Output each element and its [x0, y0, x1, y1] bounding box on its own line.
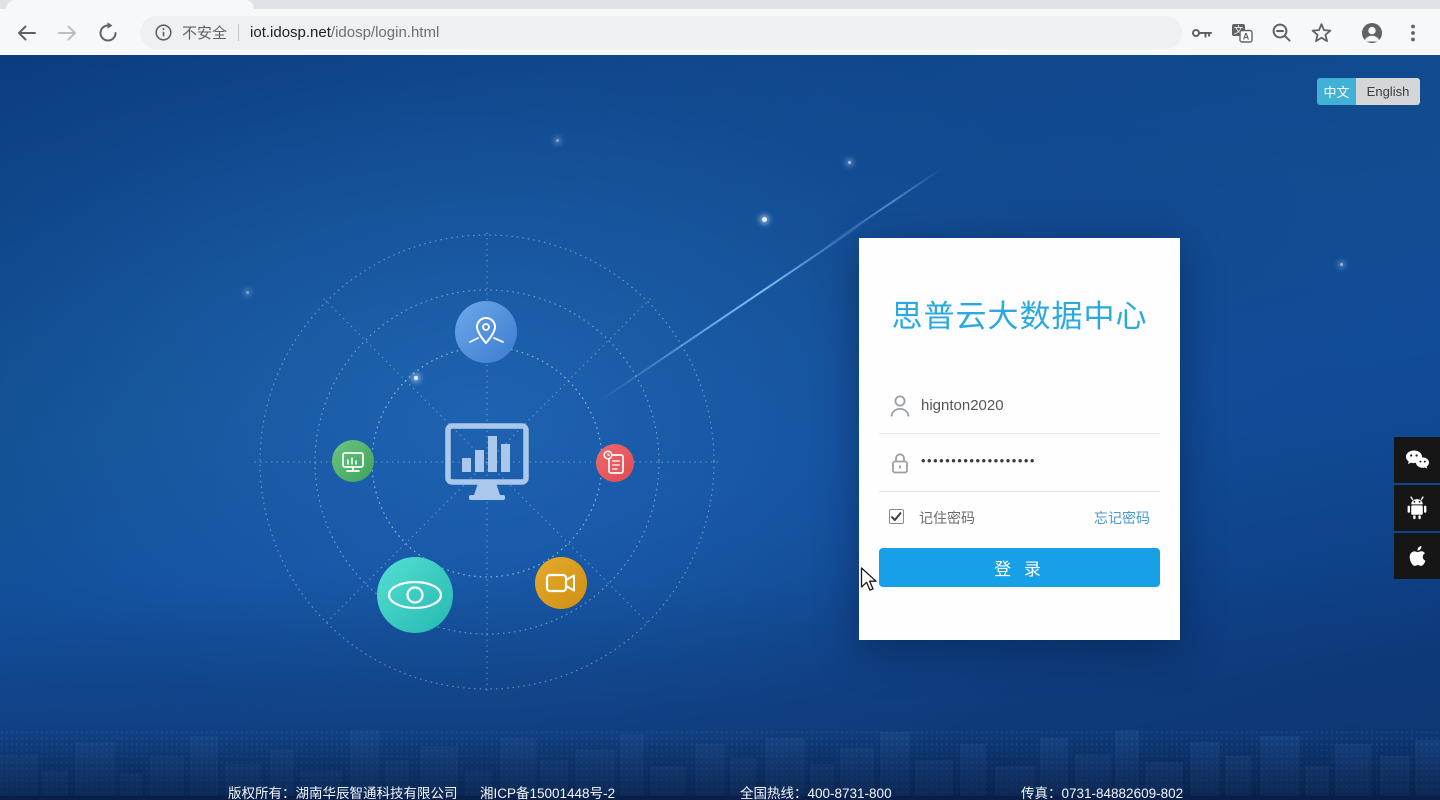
back-icon: [18, 25, 36, 41]
options-row: 记住密码 忘记密码: [879, 506, 1160, 530]
iot-orbit-diagram: [254, 232, 720, 692]
report-document-icon[interactable]: [596, 444, 634, 482]
password-field[interactable]: •••••••••••••••••••: [879, 436, 1160, 492]
hotline-text: 全国热线：400-8731-800: [740, 786, 892, 800]
forward-icon: [58, 25, 76, 41]
icp-number: 湘ICP备15001448号-2: [480, 786, 616, 800]
bookmark-button[interactable]: [1310, 21, 1334, 45]
login-card: 思普云大数据中心 hignton2020 •••••••••••••••••••…: [859, 238, 1180, 640]
forward-button[interactable]: [55, 21, 79, 45]
apple-button[interactable]: [1394, 533, 1440, 579]
url-path[interactable]: /idosp/login.html: [331, 24, 439, 41]
reload-button[interactable]: [96, 21, 120, 45]
browser-chrome: 不安全 iot.idosp.net /idosp/login.html 文 A: [0, 0, 1440, 55]
language-toggle: 中文 English: [1317, 78, 1420, 105]
url-separator: [238, 24, 240, 41]
remember-label[interactable]: 记住密码: [919, 508, 975, 528]
copyright-text: 版权所有：湖南华辰智通科技有限公司: [228, 786, 458, 800]
lang-english-button[interactable]: English: [1356, 78, 1420, 105]
star-dot: [848, 161, 851, 164]
tab-strip: [0, 0, 1440, 9]
info-icon: [155, 24, 172, 41]
zoom-out-button[interactable]: [1270, 21, 1294, 45]
key-button[interactable]: [1190, 21, 1214, 45]
security-label[interactable]: 不安全: [182, 22, 227, 43]
map-location-icon[interactable]: [455, 301, 517, 363]
user-icon: [890, 395, 910, 417]
star-icon: [1311, 23, 1332, 43]
username-field[interactable]: hignton2020: [879, 378, 1160, 434]
page-title: 思普云大数据中心: [891, 299, 1148, 334]
star-dot: [762, 217, 767, 222]
lock-icon: [892, 453, 908, 474]
device-monitor-icon[interactable]: [332, 440, 374, 482]
android-icon: [1407, 496, 1427, 520]
back-button[interactable]: [15, 21, 39, 45]
wechat-button[interactable]: [1394, 437, 1440, 483]
social-rail: [1394, 437, 1440, 579]
password-value[interactable]: •••••••••••••••••••: [921, 453, 1036, 468]
video-camera-icon[interactable]: [535, 557, 587, 609]
remember-checkbox[interactable]: [889, 509, 904, 524]
fax-text: 传真：0731-84882609-802: [1021, 786, 1184, 800]
browser-menu-button[interactable]: [1401, 21, 1425, 45]
key-icon: [1192, 29, 1212, 38]
star-dot: [1340, 263, 1343, 266]
url-host[interactable]: iot.idosp.net: [250, 24, 331, 41]
wechat-icon: [1406, 450, 1429, 469]
mouse-cursor: [860, 567, 877, 591]
menu-dots-icon: [1411, 24, 1415, 42]
zoom-out-icon: [1272, 23, 1291, 42]
svg-text:A: A: [1243, 32, 1250, 42]
profile-button[interactable]: [1360, 21, 1384, 45]
screen: 不安全 iot.idosp.net /idosp/login.html 文 A: [0, 0, 1440, 800]
translate-icon: 文 A: [1232, 24, 1253, 43]
check-icon: [891, 512, 902, 522]
address-bar[interactable]: 不安全 iot.idosp.net /idosp/login.html: [140, 16, 1182, 49]
login-page: 中文 English 思普云大数据中心 hignton2020 ••••••••…: [0, 55, 1440, 800]
login-button[interactable]: 登 录: [879, 548, 1160, 587]
page-footer: 版权所有：湖南华辰智通科技有限公司 湘ICP备15001448号-2 全国热线：…: [0, 782, 1440, 800]
forgot-password-link[interactable]: 忘记密码: [1094, 508, 1150, 528]
reload-icon: [99, 22, 117, 42]
active-tab[interactable]: [6, 0, 254, 9]
star-dot: [556, 139, 559, 142]
username-value[interactable]: hignton2020: [921, 397, 1004, 414]
lang-chinese-button[interactable]: 中文: [1317, 78, 1356, 105]
eye-monitoring-icon[interactable]: [377, 557, 453, 633]
android-button[interactable]: [1394, 485, 1440, 531]
apple-icon: [1409, 546, 1426, 566]
translate-button[interactable]: 文 A: [1230, 21, 1254, 45]
avatar-icon: [1362, 23, 1382, 43]
